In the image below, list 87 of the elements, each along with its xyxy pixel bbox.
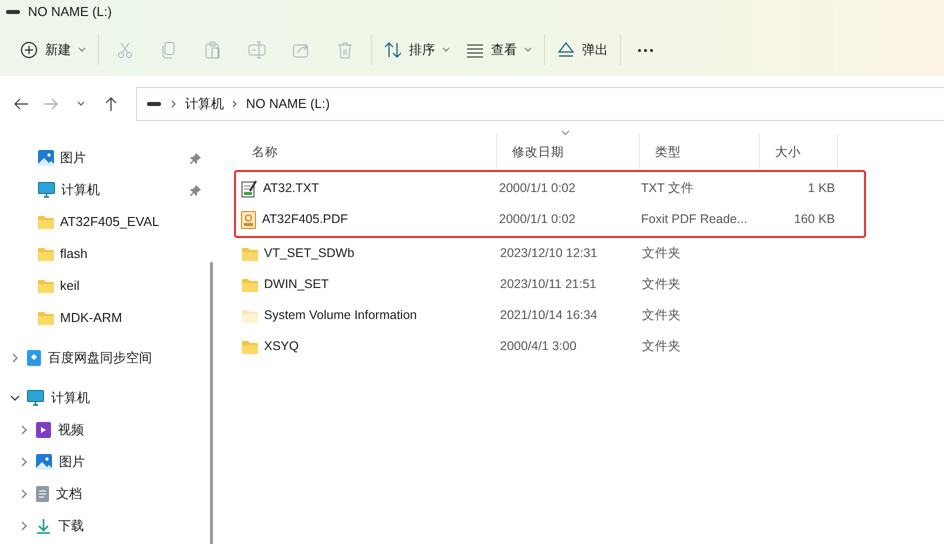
table-cell-text: 文件夹: [641, 338, 682, 356]
file-name[interactable]: VT_SET_SDWb: [264, 244, 354, 263]
caret-icon: [524, 47, 532, 53]
sort-arrows-icon: [384, 41, 402, 59]
drive-icon: [147, 102, 161, 106]
column-header[interactable]: 修改日期: [497, 134, 640, 170]
scissors-icon: [116, 41, 134, 59]
eject-button[interactable]: 弹出: [549, 32, 616, 68]
clipboard-icon: [204, 41, 222, 59]
table-cell-text: 1 KB: [806, 180, 835, 198]
table-cell-text: Foxit PDF Reade...: [640, 211, 748, 228]
file-name[interactable]: XSYQ: [264, 337, 299, 356]
file-name[interactable]: AT32.TXT: [263, 179, 320, 198]
monitor-icon: [38, 182, 55, 198]
table-cell-text: 文件夹: [641, 276, 682, 294]
picture-icon: [38, 150, 54, 166]
tree-item[interactable]: 视频: [0, 414, 215, 446]
sidebar-item[interactable]: MDK-ARM: [0, 302, 215, 334]
folder-icon: [242, 278, 258, 292]
column-header[interactable]: 大小: [760, 134, 838, 170]
cloud-sync-icon: [27, 350, 41, 366]
picture-icon: [36, 454, 52, 470]
table-cell-text: 2023/10/11 21:51: [499, 276, 598, 294]
back-icon: [13, 96, 29, 112]
forward-icon: [43, 96, 59, 112]
trash-icon: [336, 41, 354, 59]
new-button[interactable]: 新建: [12, 32, 94, 68]
folder-icon: [38, 215, 54, 229]
file-name[interactable]: System Volume Information: [264, 306, 417, 325]
share-icon: [292, 41, 310, 59]
table-cell-text: 2021/10/14 16:34: [499, 307, 598, 324]
document-icon: [36, 486, 49, 502]
sidebar-item[interactable]: keil: [0, 270, 215, 302]
file-name[interactable]: AT32F405.PDF: [262, 210, 348, 229]
column-header[interactable]: 名称: [237, 134, 497, 170]
more-icon: [638, 48, 653, 52]
folder-icon: [38, 311, 54, 325]
file-row[interactable]: AT32.TXT 2000/1/1 0:02 TXT 文件 1 KB: [236, 173, 864, 204]
chevron-icon: [171, 100, 177, 108]
sidebar-item[interactable]: 图片: [0, 142, 215, 174]
folder-icon: [242, 340, 258, 354]
breadcrumb[interactable]: 计算机: [185, 94, 224, 114]
file-name[interactable]: DWIN_SET: [264, 275, 329, 294]
table-cell-text: 文件夹: [641, 307, 682, 324]
pdf-file-icon: [241, 210, 256, 228]
tree-item[interactable]: 文档: [0, 478, 215, 510]
caret-icon: [78, 47, 86, 53]
drive-icon: [6, 10, 20, 14]
table-cell-text: 2000/1/1 0:02: [498, 180, 576, 198]
table-cell-text: TXT 文件: [640, 180, 695, 198]
table-cell-text: 2000/1/1 0:02: [498, 211, 576, 228]
chevron-icon: [232, 100, 238, 108]
tree-item[interactable]: 计算机: [0, 382, 215, 414]
sidebar-item[interactable]: 计算机: [0, 174, 215, 206]
monitor-icon: [27, 390, 44, 406]
folder-icon: [38, 247, 54, 261]
file-row[interactable]: AT32F405.PDF 2000/1/1 0:02 Foxit PDF Reade... 160 KB: [236, 204, 864, 235]
plus-circle-icon: [20, 41, 38, 59]
tree-item[interactable]: 下载: [0, 510, 215, 542]
sidebar-item[interactable]: flash: [0, 238, 215, 270]
folder-icon: [242, 246, 258, 260]
film-icon: [36, 422, 51, 438]
table-cell-text: 2023/12/10 12:31: [499, 245, 598, 262]
file-row[interactable]: System Volume Information 2021/10/14 16:34 文件夹: [237, 300, 944, 331]
table-cell-text: 文件夹: [641, 245, 682, 262]
scrollbar[interactable]: [210, 262, 213, 544]
download-icon: [36, 518, 51, 534]
file-row[interactable]: XSYQ 2000/4/1 3:00 文件夹: [237, 331, 944, 362]
up-icon: [103, 96, 119, 112]
tree-item[interactable]: 图片: [0, 446, 215, 478]
eject-icon: [557, 41, 575, 59]
tree-item[interactable]: 百度网盘同步空间: [0, 342, 215, 374]
table-cell-text: 2000/4/1 3:00: [499, 338, 578, 356]
table-cell-text: 160 KB: [792, 211, 835, 228]
caret-icon: [442, 47, 450, 53]
column-header[interactable]: 类型: [640, 134, 760, 170]
sort-button[interactable]: 排序: [376, 32, 458, 68]
file-row[interactable]: VT_SET_SDWb 2023/12/10 12:31 文件夹: [237, 238, 944, 269]
file-row[interactable]: DWIN_SET 2023/10/11 21:51 文件夹: [237, 269, 944, 300]
rename-icon: [248, 41, 266, 59]
address-bar[interactable]: 计算机 NO NAME (L:): [136, 87, 944, 121]
folder-icon: [38, 279, 54, 293]
window-title: NO NAME (L:): [28, 3, 112, 22]
notepad-icon: [241, 180, 257, 198]
view-button[interactable]: 查看: [458, 32, 540, 68]
breadcrumb[interactable]: NO NAME (L:): [246, 94, 330, 114]
sidebar-item[interactable]: AT32F405_EVAL: [0, 206, 215, 238]
